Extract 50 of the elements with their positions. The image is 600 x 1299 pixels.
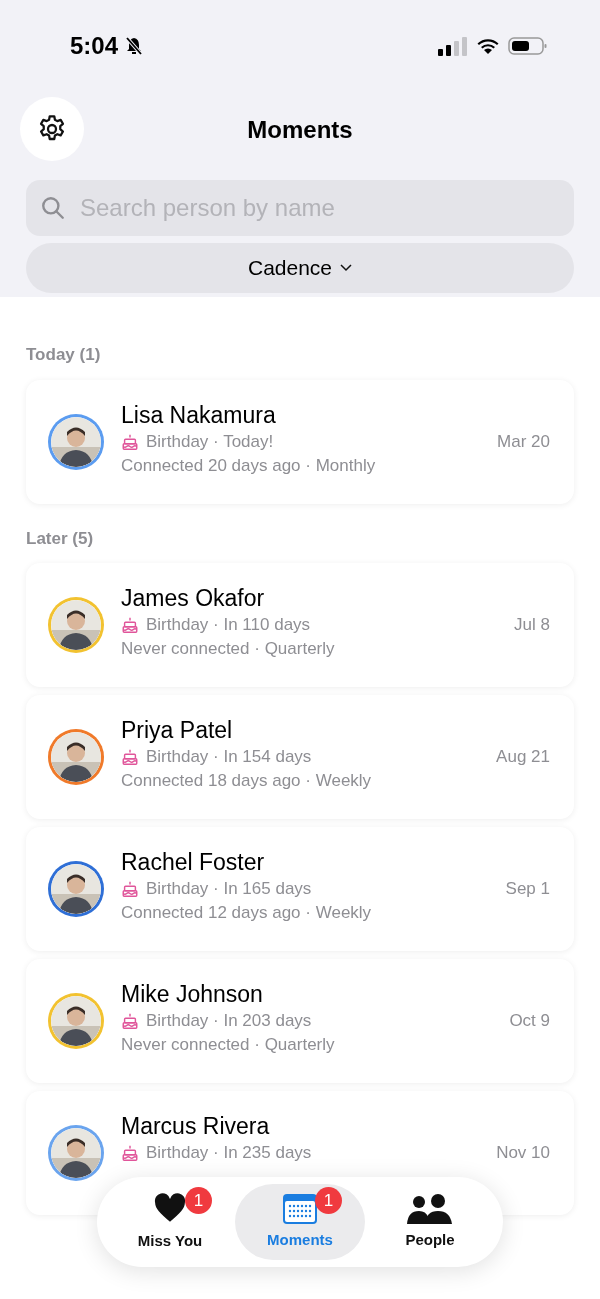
person-name: James Okafor	[121, 584, 266, 613]
cake-icon	[121, 880, 139, 898]
cake-icon	[121, 1012, 139, 1030]
cake-icon	[121, 1144, 139, 1162]
birthday-text: Birthday · In 110 days	[146, 614, 311, 636]
cake-icon	[121, 748, 139, 766]
person-card[interactable]: Mike Johnson Birthday · In 203 days Never connected · Quarterly Oct 9	[26, 959, 574, 1083]
wifi-icon	[476, 36, 500, 55]
connection-text: Connected 12 days ago · Weekly	[121, 902, 373, 924]
page-title: Moments	[247, 115, 353, 145]
date-text: Aug 21	[496, 746, 550, 769]
tab-item[interactable]: Moments 1	[235, 1184, 365, 1260]
person-name: Mike Johnson	[121, 980, 264, 1009]
people-icon	[406, 1192, 454, 1225]
date-text: Mar 20	[497, 430, 550, 453]
person-card[interactable]: Priya Patel Birthday · In 154 days Connected 18 days ago · Weekly Aug 21	[26, 695, 574, 819]
person-card[interactable]: Lisa Nakamura Birthday · Today! Connected 20 days ago · Monthly Mar 20	[26, 379, 574, 504]
person-card[interactable]: James Okafor Birthday · In 110 days Never connected · Quarterly Jul 8	[26, 563, 574, 687]
birthday-text: Birthday · In 165 days	[146, 878, 312, 900]
bell-slash-icon	[124, 35, 145, 56]
signal-icon	[438, 35, 468, 56]
person-card[interactable]: Rachel Foster Birthday · In 165 days Connected 12 days ago · Weekly Sep 1	[26, 827, 574, 951]
notification-badge: 1	[315, 1187, 342, 1214]
section-header: Today (1)	[26, 344, 102, 366]
cake-icon	[121, 616, 139, 634]
person-name: Marcus Rivera	[121, 1112, 271, 1141]
birthday-text: Birthday · In 203 days	[146, 1010, 312, 1032]
birthday-text: Birthday · In 235 days	[146, 1142, 312, 1164]
section-header: Later (5)	[26, 527, 95, 550]
date-text: Jul 8	[514, 614, 550, 637]
cadence-dropdown[interactable]: Cadence	[26, 243, 574, 293]
birthday-text: Birthday · Today!	[146, 430, 274, 453]
connection-text: Connected 18 days ago · Weekly	[121, 770, 373, 792]
search-icon	[40, 195, 66, 221]
connection-text: Never connected · Quarterly	[121, 638, 336, 660]
cake-icon	[121, 432, 139, 451]
date-text: Sep 1	[505, 878, 550, 901]
battery-icon	[508, 35, 548, 56]
chevron-down-icon	[340, 264, 353, 272]
status-time: 5:04	[70, 30, 119, 61]
calendar-icon	[282, 1192, 318, 1225]
date-text: Oct 9	[509, 1010, 550, 1033]
connection-text: Connected 20 days ago · Monthly	[121, 454, 377, 477]
person-name: Lisa Nakamura	[121, 400, 277, 430]
connection-text: Never connected · Quarterly	[121, 1034, 336, 1056]
person-name: Rachel Foster	[121, 848, 266, 877]
birthday-text: Birthday · In 154 days	[146, 746, 312, 768]
person-name: Priya Patel	[121, 716, 234, 745]
date-text: Nov 10	[496, 1142, 550, 1165]
notification-badge: 1	[185, 1187, 212, 1214]
